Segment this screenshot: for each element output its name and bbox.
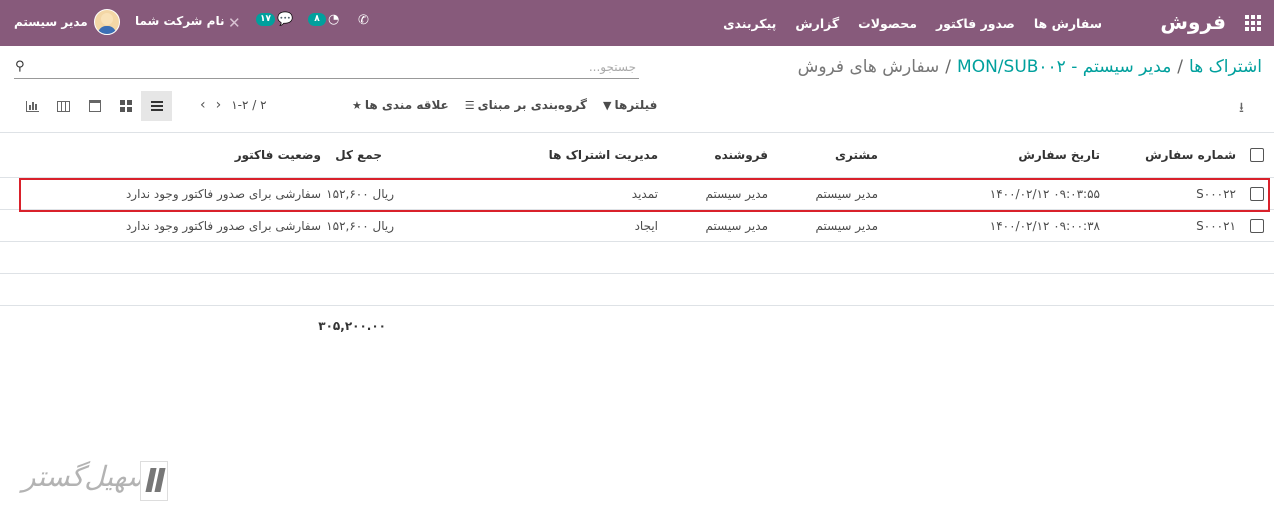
table-row[interactable]: S۰۰۰۲۱ ۱۴۰۰/۰۲/۱۲ ۰۹:۰۰:۳۸ مدیر سیستم مد…: [0, 210, 1274, 242]
activities-button[interactable]: ۸ ◔: [308, 12, 339, 27]
table-icon: [57, 100, 70, 112]
messages-count-badge: ۱۷: [256, 13, 275, 26]
pager-value[interactable]: ۱-۲ / ۲: [231, 98, 266, 112]
cell-invoice-status: سفارشی برای صدور فاکتور وجود ندارد: [125, 186, 321, 201]
select-all-checkbox[interactable]: [1250, 148, 1264, 162]
pager-previous-icon[interactable]: ›: [216, 97, 222, 113]
breadcrumb-separator: /: [945, 57, 952, 77]
row-select-cell: [1250, 210, 1264, 241]
table-header: شماره سفارش تاریخ سفارش مشتری فروشنده مد…: [0, 132, 1274, 178]
graph-view-button[interactable]: [17, 91, 48, 121]
empty-row: [0, 274, 1274, 306]
breadcrumb: اشتراک ها / MON/SUB۰۰۲ - مدیر سیستم / سف…: [798, 57, 1262, 77]
download-icon[interactable]: ⭳: [1239, 97, 1244, 121]
logo-icon: [140, 461, 168, 501]
cell-salesperson: مدیر سیستم: [705, 218, 769, 233]
row-checkbox[interactable]: [1250, 218, 1264, 233]
kanban-view-button[interactable]: [110, 91, 141, 121]
view-switcher: [17, 91, 172, 121]
breadcrumb-separator: /: [1177, 57, 1184, 77]
chat-icon: 💬: [277, 12, 294, 27]
column-salesperson[interactable]: فروشنده: [715, 133, 769, 177]
bars-icon: ☰: [464, 98, 475, 112]
menu-item-reporting[interactable]: گزارش: [795, 16, 839, 31]
filters-label: فیلترها: [614, 98, 658, 112]
top-navbar: فروش سفارش ها صدور فاکتور محصولات گزارش …: [0, 0, 1274, 46]
activities-count-badge: ۸: [308, 13, 326, 26]
cell-customer: مدیر سیستم: [815, 186, 879, 201]
cell-subscription-management: ایجاد: [634, 218, 658, 233]
clock-icon: ◔: [328, 12, 340, 27]
cell-order-date: ۱۴۰۰/۰۲/۱۲ ۰۹:۰۳:۵۵: [989, 186, 1100, 201]
calendar-view-button[interactable]: [79, 91, 110, 121]
table-row[interactable]: S۰۰۰۲۲ ۱۴۰۰/۰۲/۱۲ ۰۹:۰۳:۵۵ مدیر سیستم مد…: [0, 178, 1274, 210]
list-view-button[interactable]: [141, 91, 172, 121]
grand-total: ۳۰۵,۲۰۰.۰۰: [318, 319, 386, 333]
column-subscription-management[interactable]: مدیریت اشتراک ها: [549, 133, 658, 177]
column-order-date[interactable]: تاریخ سفارش: [1018, 133, 1100, 177]
company-switcher[interactable]: نام شرکت شما: [135, 14, 224, 28]
menu-item-invoicing[interactable]: صدور فاکتور: [936, 16, 1015, 31]
cell-subscription-management: تمدید: [631, 186, 658, 201]
menu-item-configuration[interactable]: پیکربندی: [723, 16, 776, 31]
cell-total: ۱۵۲,۶۰۰ ریال: [326, 218, 394, 233]
group-by-label: گروه‌بندی بر مبنای: [477, 98, 588, 112]
cell-order-number: S۰۰۰۲۲: [1196, 186, 1236, 201]
sale-orders-table: شماره سفارش تاریخ سفارش مشتری فروشنده مد…: [0, 132, 1274, 346]
cell-total: ۱۵۲,۶۰۰ ریال: [326, 186, 394, 201]
main-menu: سفارش ها صدور فاکتور محصولات گزارش پیکرب…: [723, 0, 1102, 46]
app-brand[interactable]: فروش: [1160, 10, 1226, 34]
breadcrumb-subscriptions[interactable]: اشتراک ها: [1189, 57, 1262, 77]
select-all-cell: [1250, 133, 1264, 177]
cell-order-date: ۱۴۰۰/۰۲/۱۲ ۰۹:۰۰:۳۸: [989, 218, 1100, 233]
search-input[interactable]: [36, 56, 636, 78]
cell-customer: مدیر سیستم: [815, 218, 879, 233]
bar-chart-icon: [26, 100, 39, 112]
cell-invoice-status: سفارشی برای صدور فاکتور وجود ندارد: [125, 218, 321, 233]
user-name: مدیر سیستم: [14, 15, 88, 29]
group-by-button[interactable]: ☰ گروه‌بندی بر مبنای: [465, 98, 587, 112]
row-select-cell: [1250, 178, 1264, 209]
column-order-number[interactable]: شماره سفارش: [1145, 133, 1236, 177]
page-title: سفارش های فروش: [797, 57, 940, 77]
column-customer[interactable]: مشتری: [835, 133, 878, 177]
kanban-icon: [119, 100, 132, 112]
pager-next-icon[interactable]: ‹: [200, 97, 206, 113]
search-bar: ⚲: [14, 56, 639, 79]
debug-tools-icon[interactable]: ✕: [228, 14, 241, 32]
cell-order-number: S۰۰۰۲۱: [1196, 218, 1236, 233]
pager: ‹ › ۱-۲ / ۲: [200, 95, 267, 115]
star-icon: ★: [352, 98, 362, 112]
apps-menu-icon[interactable]: [1245, 15, 1261, 31]
search-options: ▼ فیلترها ☰ گروه‌بندی بر مبنای ★ علاقه م…: [352, 93, 657, 117]
avatar: [93, 9, 120, 35]
search-icon[interactable]: ⚲: [15, 59, 25, 74]
row-checkbox[interactable]: [1250, 186, 1264, 201]
pivot-view-button[interactable]: [48, 91, 79, 121]
column-total[interactable]: جمع کل: [335, 133, 382, 177]
favorites-button[interactable]: ★ علاقه مندی ها: [352, 98, 449, 112]
table-footer: ۳۰۵,۲۰۰.۰۰: [0, 306, 1274, 346]
favorites-label: علاقه مندی ها: [364, 98, 449, 112]
user-menu[interactable]: مدیر سیستم: [14, 8, 120, 36]
cell-salesperson: مدیر سیستم: [705, 186, 769, 201]
watermark-text: تسهیل‌گستر: [22, 460, 160, 493]
breadcrumb-subscription-record[interactable]: MON/SUB۰۰۲ - مدیر سیستم: [957, 57, 1171, 77]
watermark-logo: تسهیل‌گستر: [22, 458, 172, 506]
filters-button[interactable]: ▼ فیلترها: [603, 98, 657, 112]
list-icon: [150, 101, 163, 111]
empty-row: [0, 242, 1274, 274]
menu-item-orders[interactable]: سفارش ها: [1034, 16, 1102, 31]
phone-icon[interactable]: ✆: [358, 13, 369, 28]
column-invoice-status[interactable]: وضعیت فاکتور: [235, 133, 321, 177]
menu-item-products[interactable]: محصولات: [858, 16, 917, 31]
calendar-icon: [88, 100, 101, 112]
filter-icon: ▼: [603, 98, 612, 112]
messages-button[interactable]: ۱۷ 💬: [256, 12, 293, 27]
